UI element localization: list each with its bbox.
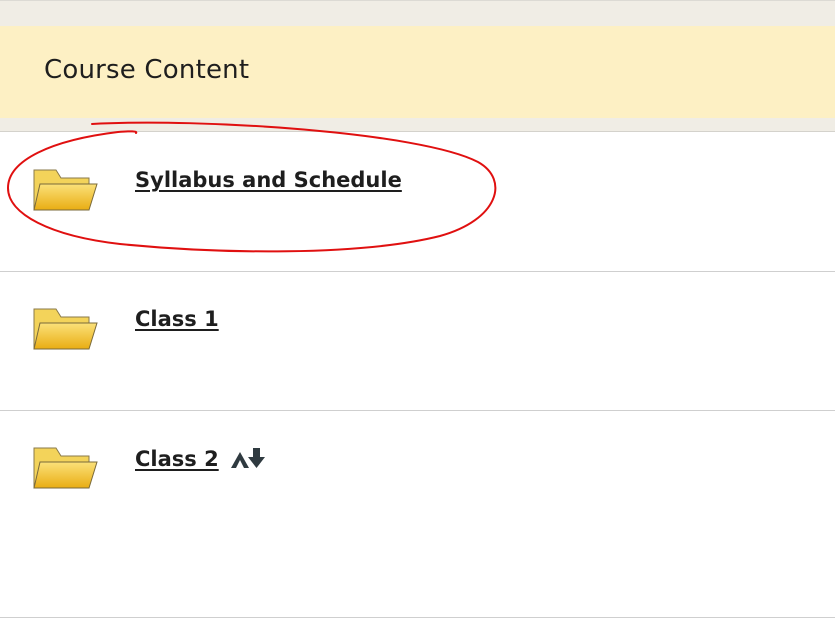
course-content-page: Course Content Syllabus and Schedule Cla…	[0, 0, 835, 637]
list-item-syllabus: Syllabus and Schedule	[0, 133, 835, 272]
adaptive-release-icon	[230, 448, 265, 468]
class-2-row: Class 2	[135, 446, 267, 472]
class-1-link[interactable]: Class 1	[135, 307, 219, 331]
folder-icon[interactable]	[31, 303, 99, 355]
list-item-class-2: Class 2	[0, 411, 835, 618]
folder-icon[interactable]	[31, 442, 99, 494]
folder-icon[interactable]	[31, 164, 99, 216]
syllabus-and-schedule-link[interactable]: Syllabus and Schedule	[135, 168, 402, 192]
top-strip	[0, 0, 835, 26]
class-2-link[interactable]: Class 2	[135, 447, 219, 471]
header-divider-strip	[0, 118, 835, 132]
page-title: Course Content	[44, 55, 250, 85]
content-list: Syllabus and Schedule Class 1 Class 2	[0, 133, 835, 618]
content-header: Course Content	[0, 26, 835, 118]
list-item-class-1: Class 1	[0, 272, 835, 411]
